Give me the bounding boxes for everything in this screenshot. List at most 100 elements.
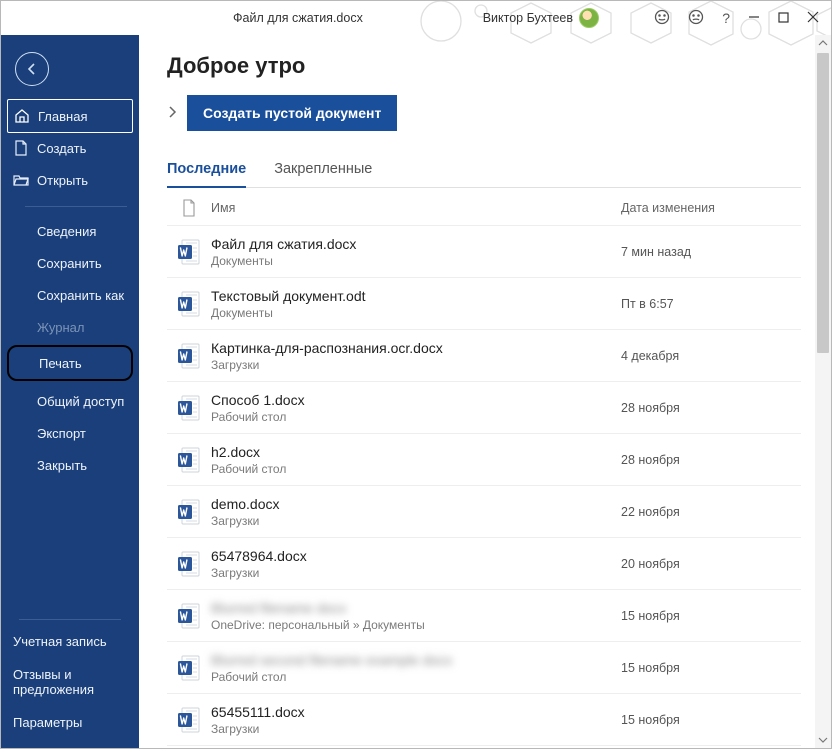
file-name: Blurred second filename example docx <box>211 652 621 668</box>
file-text: Файл для сжатия.docxДокументы <box>211 236 621 268</box>
file-row[interactable]: h2.docxРабочий стол28 ноября <box>167 434 801 486</box>
sidebar-item-feedback[interactable]: Отзывы и предложения <box>7 659 133 707</box>
help-icon[interactable]: ? <box>722 10 730 26</box>
sidebar-item-label: Главная <box>38 109 87 124</box>
sidebar-item-new[interactable]: Создать <box>7 132 133 164</box>
file-location: Рабочий стол <box>211 670 621 684</box>
col-icon <box>167 199 211 217</box>
file-icon-cell <box>167 343 211 369</box>
expand-chevron-icon[interactable] <box>167 105 177 122</box>
sidebar: Главная Создать Открыть Сведения Сохрани… <box>1 35 139 748</box>
sidebar-item-label: Сохранить <box>37 256 102 271</box>
file-text: Blurred filename docxOneDrive: персональ… <box>211 600 621 632</box>
sidebar-item-label: Экспорт <box>37 426 86 441</box>
file-name: Blurred filename docx <box>211 600 621 616</box>
file-name: Способ 1.docx <box>211 392 621 408</box>
sidebar-item-open[interactable]: Открыть <box>7 164 133 196</box>
word-doc-icon <box>178 499 200 525</box>
smile-icon[interactable] <box>654 9 670 28</box>
sidebar-item-export[interactable]: Экспорт <box>7 417 133 449</box>
nav-secondary: Сведения Сохранить Сохранить как Журнал … <box>1 215 139 481</box>
file-icon-cell <box>167 707 211 733</box>
close-icon[interactable] <box>807 10 819 26</box>
file-row[interactable]: demo.docxЗагрузки22 ноября <box>167 486 801 538</box>
file-text: h2.docxРабочий стол <box>211 444 621 476</box>
file-date: 15 ноября <box>621 661 801 675</box>
create-blank-button[interactable]: Создать пустой документ <box>187 95 397 131</box>
list-header: Имя Дата изменения <box>167 190 801 226</box>
file-list: Файл для сжатия.docxДокументы7 мин назад… <box>167 226 801 746</box>
file-location: Загрузки <box>211 722 621 736</box>
sidebar-item-account[interactable]: Учетная запись <box>7 626 133 659</box>
sidebar-item-options[interactable]: Параметры <box>7 707 133 740</box>
scroll-down-icon[interactable] <box>815 732 831 748</box>
sidebar-item-saveas[interactable]: Сохранить как <box>7 279 133 311</box>
scrollbar-thumb[interactable] <box>817 53 829 353</box>
file-date: 15 ноября <box>621 713 801 727</box>
sidebar-item-close[interactable]: Закрыть <box>7 449 133 481</box>
sidebar-item-save[interactable]: Сохранить <box>7 247 133 279</box>
sidebar-item-info[interactable]: Сведения <box>7 215 133 247</box>
file-icon-cell <box>167 499 211 525</box>
minimize-icon[interactable] <box>748 10 760 26</box>
user-block[interactable]: Виктор Бухтеев <box>483 8 599 28</box>
nav-separator <box>19 619 121 620</box>
file-date: 28 ноября <box>621 453 801 467</box>
create-row: Создать пустой документ <box>167 95 801 131</box>
file-name: Файл для сжатия.docx <box>211 236 621 252</box>
word-doc-icon <box>178 707 200 733</box>
back-button[interactable] <box>15 52 49 86</box>
col-date[interactable]: Дата изменения <box>621 201 801 215</box>
frown-icon[interactable] <box>688 9 704 28</box>
word-doc-icon <box>178 551 200 577</box>
sidebar-item-label: Учетная запись <box>13 635 107 650</box>
file-location: Рабочий стол <box>211 462 621 476</box>
word-doc-icon <box>178 395 200 421</box>
nav-separator <box>25 206 127 207</box>
file-row[interactable]: 65478964.docx Загрузки20 ноября <box>167 538 801 590</box>
greeting: Доброе утро <box>167 53 801 79</box>
page-icon <box>182 199 196 217</box>
file-icon-cell <box>167 551 211 577</box>
sidebar-item-home[interactable]: Главная <box>7 99 133 133</box>
tabs: Последние Закрепленные <box>167 157 801 188</box>
sidebar-item-label: Общий доступ <box>37 394 124 409</box>
word-doc-icon <box>178 655 200 681</box>
sidebar-item-label: Создать <box>37 141 86 156</box>
file-location: Загрузки <box>211 566 621 580</box>
file-name: Текстовый документ.odt <box>211 288 621 304</box>
scrollbar[interactable] <box>815 35 831 748</box>
tab-recent[interactable]: Последние <box>167 157 246 187</box>
file-text: Blurred second filename example docx Рабо… <box>211 652 621 684</box>
file-icon-cell <box>167 447 211 473</box>
maximize-icon[interactable] <box>778 10 789 26</box>
document-title: Файл для сжатия.docx <box>233 11 363 25</box>
file-row[interactable]: Файл для сжатия.docxДокументы7 мин назад <box>167 226 801 278</box>
file-date: 20 ноября <box>621 557 801 571</box>
file-row[interactable]: Blurred filename docxOneDrive: персональ… <box>167 590 801 642</box>
sidebar-item-label: Закрыть <box>37 458 87 473</box>
file-name: 65478964.docx <box>211 548 621 564</box>
file-row[interactable]: 65455111.docxЗагрузки15 ноября <box>167 694 801 746</box>
new-doc-icon <box>13 140 29 156</box>
word-doc-icon <box>178 239 200 265</box>
file-location: Документы <box>211 306 621 320</box>
body: Главная Создать Открыть Сведения Сохрани… <box>1 35 831 748</box>
tab-pinned[interactable]: Закрепленные <box>274 157 372 187</box>
col-name[interactable]: Имя <box>211 201 621 215</box>
user-name: Виктор Бухтеев <box>483 11 573 25</box>
file-text: Картинка-для-распознания.ocr.docxЗагрузк… <box>211 340 621 372</box>
file-row[interactable]: Картинка-для-распознания.ocr.docxЗагрузк… <box>167 330 801 382</box>
sidebar-item-label: Открыть <box>37 173 88 188</box>
sidebar-item-print[interactable]: Печать <box>7 345 133 381</box>
file-row[interactable]: Способ 1.docxРабочий стол28 ноября <box>167 382 801 434</box>
sidebar-item-label: Печать <box>39 356 82 371</box>
sidebar-item-label: Параметры <box>13 716 82 731</box>
file-date: 4 декабря <box>621 349 801 363</box>
file-text: Текстовый документ.odt Документы <box>211 288 621 320</box>
file-row[interactable]: Текстовый документ.odtДокументыПт в 6:57 <box>167 278 801 330</box>
sidebar-item-history: Журнал <box>7 311 133 343</box>
scroll-up-icon[interactable] <box>815 35 831 51</box>
file-row[interactable]: Blurred second filename example docx Рабо… <box>167 642 801 694</box>
sidebar-item-share[interactable]: Общий доступ <box>7 385 133 417</box>
